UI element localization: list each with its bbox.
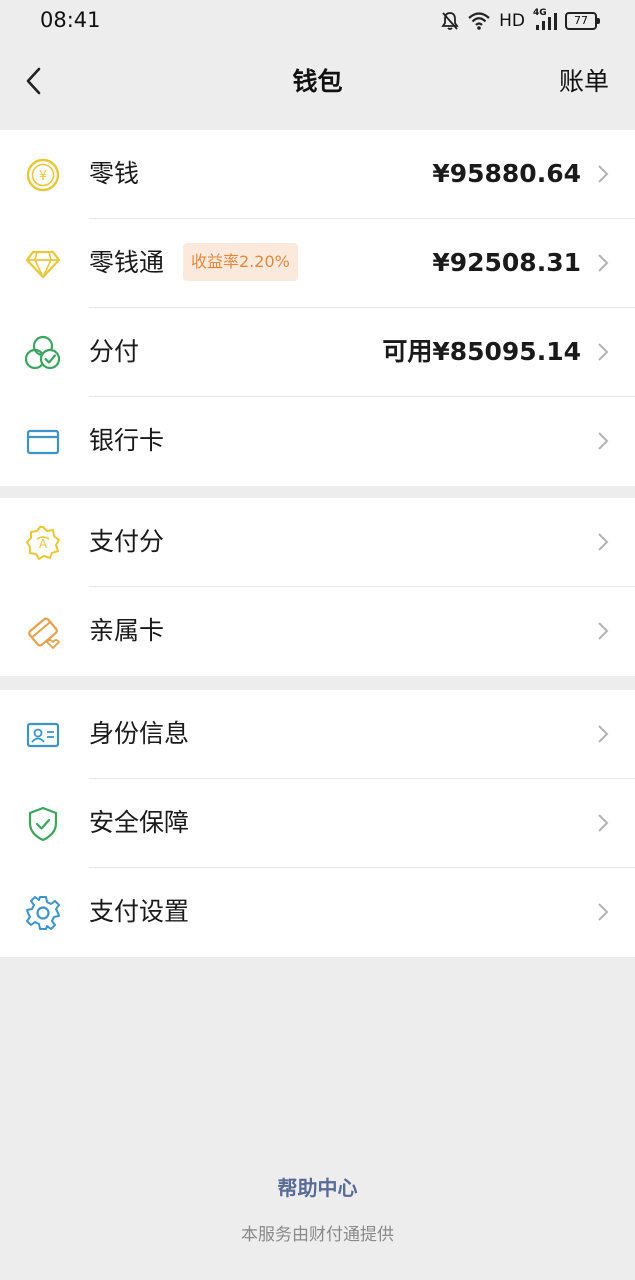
- shield-check-icon: [24, 805, 62, 843]
- status-time: 08:41: [40, 8, 101, 32]
- diamond-icon: [24, 245, 62, 283]
- row-lingqiantong[interactable]: 零钱通 收益率2.20% ¥92508.31: [0, 219, 635, 308]
- nav-bar: 钱包 账单: [0, 42, 635, 120]
- row-value: 可用¥85095.14: [382, 337, 581, 366]
- bank-card-icon: [24, 423, 62, 461]
- bill-button[interactable]: 账单: [559, 62, 609, 98]
- row-family-card[interactable]: 亲属卡: [0, 587, 635, 676]
- score-badge-icon: A: [24, 524, 62, 562]
- id-card-icon: [24, 716, 62, 754]
- row-label: 分付: [89, 337, 140, 366]
- chevron-right-icon: [598, 533, 609, 551]
- cell-signal-icon: 4G: [533, 8, 557, 32]
- chevron-right-icon: [598, 165, 609, 183]
- row-label: 零钱: [89, 159, 140, 188]
- row-bank-card[interactable]: 银行卡: [0, 397, 635, 486]
- help-center-link[interactable]: 帮助中心: [0, 1172, 635, 1201]
- row-value: ¥95880.64: [432, 159, 581, 188]
- row-identity[interactable]: 身份信息: [0, 690, 635, 779]
- row-pay-settings[interactable]: 支付设置: [0, 868, 635, 957]
- chevron-right-icon: [598, 254, 609, 272]
- chevron-right-icon: [598, 622, 609, 640]
- row-security[interactable]: 安全保障: [0, 779, 635, 868]
- row-label: 支付分: [89, 527, 165, 556]
- coin-icon: ¥: [24, 156, 62, 194]
- chevron-right-icon: [598, 725, 609, 743]
- wallet-group-settings: 身份信息 安全保障 支付设置: [0, 690, 635, 957]
- row-fenfu[interactable]: 分付 可用¥85095.14: [0, 308, 635, 397]
- wallet-group-services: A 支付分 亲属卡: [0, 498, 635, 676]
- svg-text:¥: ¥: [39, 169, 47, 184]
- wifi-icon: [467, 11, 491, 31]
- row-label: 亲属卡: [89, 616, 165, 645]
- status-bar: 08:41 HD 4G 77: [0, 0, 635, 42]
- circles-check-icon: [24, 334, 62, 372]
- family-card-icon: [24, 613, 62, 651]
- row-label: 支付设置: [89, 897, 190, 926]
- page-title: 钱包: [292, 67, 343, 96]
- wallet-group-funds: ¥ 零钱 ¥95880.64 零钱通 收益率2.20% ¥92508.31 分付…: [0, 130, 635, 486]
- row-change[interactable]: ¥ 零钱 ¥95880.64: [0, 130, 635, 219]
- svg-text:A: A: [39, 537, 48, 551]
- network-label: HD: [499, 11, 525, 31]
- yield-badge: 收益率2.20%: [183, 243, 298, 281]
- row-label: 安全保障: [89, 808, 190, 837]
- gear-icon: [24, 894, 62, 932]
- chevron-right-icon: [598, 432, 609, 450]
- row-label: 零钱通: [89, 248, 165, 277]
- chevron-right-icon: [598, 903, 609, 921]
- row-label: 银行卡: [89, 426, 165, 455]
- provider-text: 本服务由财付通提供: [241, 1225, 394, 1245]
- row-label: 身份信息: [89, 719, 190, 748]
- chevron-right-icon: [598, 814, 609, 832]
- status-icons: HD 4G 77: [441, 8, 600, 34]
- row-pay-score[interactable]: A 支付分: [0, 498, 635, 587]
- row-value: ¥92508.31: [432, 248, 581, 277]
- battery-icon: 77: [565, 12, 600, 30]
- bell-muted-icon: [441, 11, 459, 31]
- chevron-right-icon: [598, 343, 609, 361]
